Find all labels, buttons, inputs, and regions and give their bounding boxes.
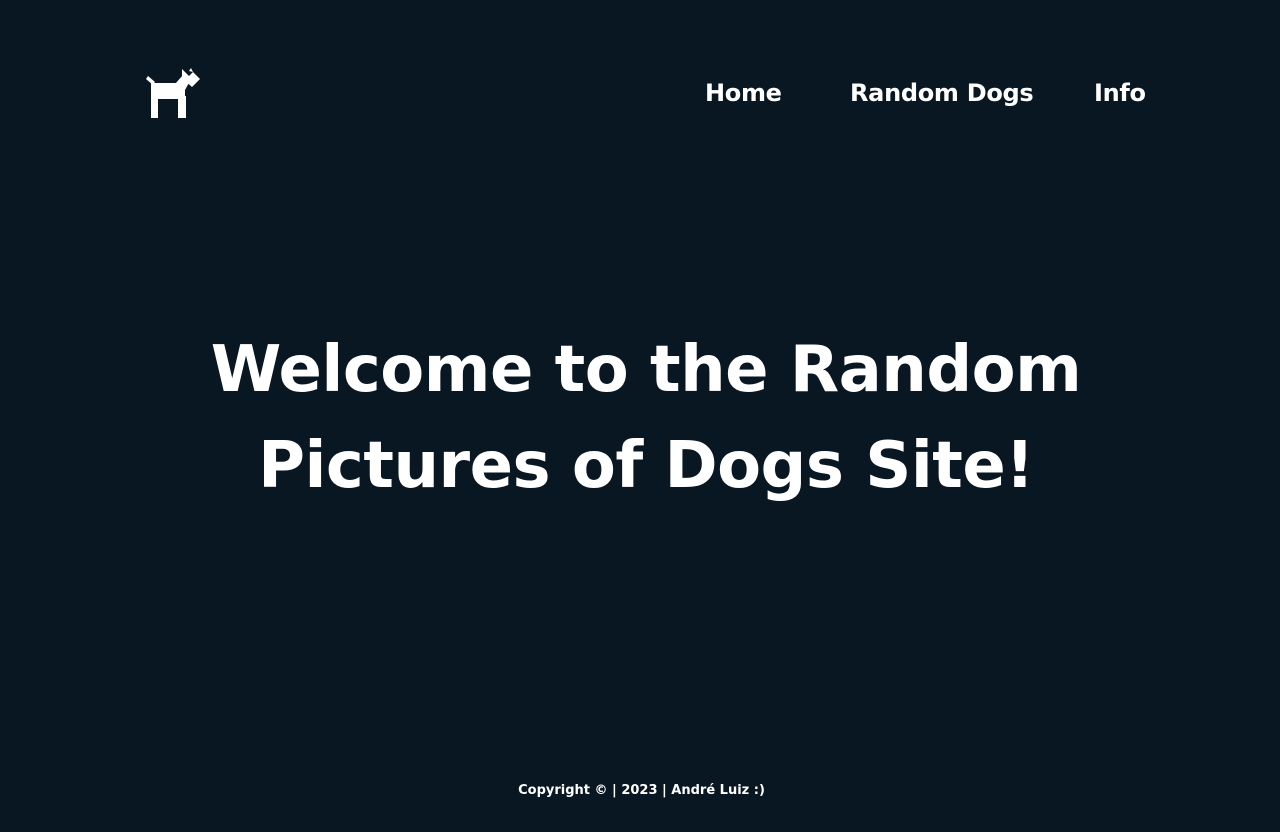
nav-item-info[interactable]: Info	[1094, 76, 1146, 110]
main-nav: Home Random Dogs Info	[0, 76, 1280, 110]
nav-item-random-dogs[interactable]: Random Dogs	[850, 76, 1034, 110]
nav-item-home[interactable]: Home	[705, 76, 782, 110]
footer-copyright: Copyright © | 2023 | André Luiz :)	[518, 783, 765, 798]
page: Home Random Dogs Info Welcome to the Ran…	[0, 0, 1280, 832]
hero-title: Welcome to the Random Pictures of Dogs S…	[210, 333, 1082, 503]
